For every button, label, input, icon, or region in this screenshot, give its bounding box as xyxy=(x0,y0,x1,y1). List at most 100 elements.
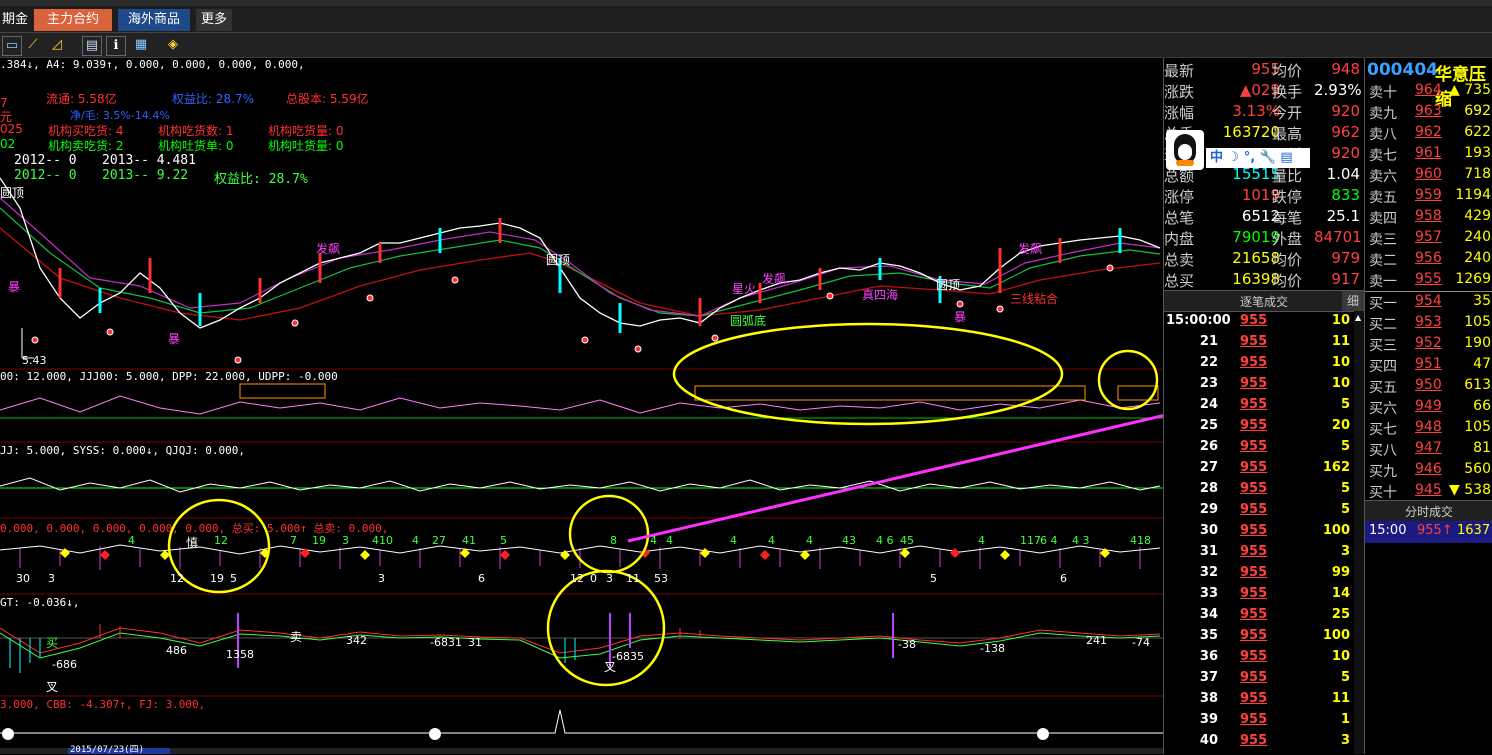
tick-time: 25 xyxy=(1199,418,1218,433)
net-gross: 净/毛: 3.5%-14.4% xyxy=(70,109,170,122)
sell-level-row[interactable]: 卖三 957 240 xyxy=(1365,228,1492,249)
tick-time: 21 xyxy=(1199,334,1218,349)
tick-time: 23 xyxy=(1199,376,1218,391)
date-cursor-label: 2015/07/23(四) xyxy=(70,745,145,755)
quote-label: 跌停 xyxy=(1272,188,1303,206)
tab-overseas[interactable]: 海外商品 xyxy=(118,9,190,31)
ime-toolbar[interactable]: 中 ☽ °, 🔧 ▤ xyxy=(1206,148,1310,168)
buy-level-row[interactable]: 买一 954 35 xyxy=(1365,292,1492,313)
level-label: 卖九 xyxy=(1369,106,1397,122)
tick-price: 955 xyxy=(1240,376,1268,391)
buy-level-row[interactable]: 买三 952 190 xyxy=(1365,334,1492,355)
sell-level-row[interactable]: 卖七 961 193 xyxy=(1365,144,1492,165)
quote-label: 总买 xyxy=(1164,272,1195,290)
indicator1-readout: 00: 12.000, JJJ00: 5.000, DPP: 22.000, U… xyxy=(0,370,338,383)
year-row2-c: 权益比: 28.7% xyxy=(214,172,308,187)
level-price: 960 xyxy=(1415,166,1442,182)
quote-label: 外盘 xyxy=(1272,230,1303,248)
ind3-bottom-19: 19 xyxy=(210,572,224,585)
help-icon[interactable]: ◈ xyxy=(164,36,182,54)
sell-level-row[interactable]: 卖四 958 429 xyxy=(1365,207,1492,228)
tick-volume: 3 xyxy=(1340,544,1350,559)
tick-row: 39 955 1 xyxy=(1164,710,1364,731)
tick-time: 30 xyxy=(1199,523,1218,538)
tick-volume: 11 xyxy=(1331,334,1350,349)
ind4-num-138: -138 xyxy=(980,642,1005,655)
buy-level-row[interactable]: 买九 946 560 xyxy=(1365,460,1492,481)
draw-line-icon[interactable]: ⟋ xyxy=(24,36,42,54)
sell-level-row[interactable]: 卖一 955 1269 xyxy=(1365,270,1492,291)
tick-price: 955 xyxy=(1240,397,1268,412)
sell-level-row[interactable]: 卖九 963 692 xyxy=(1365,102,1492,123)
pattern-label-bao-3: 暴 xyxy=(954,310,967,324)
tick-price: 955 xyxy=(1240,670,1268,685)
buy-level-row[interactable]: 买八 947 81 xyxy=(1365,439,1492,460)
ind4-num-31: 31 xyxy=(468,636,482,649)
ind4-num-342: 342 xyxy=(346,634,367,647)
screenshot-icon[interactable]: ▦ xyxy=(132,36,150,54)
level-price: 952 xyxy=(1415,335,1442,351)
quote-label: 换手 xyxy=(1272,83,1303,101)
sell-level-row[interactable]: 卖五 959 1194 xyxy=(1365,186,1492,207)
tick-detail-button[interactable]: 细 xyxy=(1342,291,1364,311)
ind3-label-43b: 4 3 xyxy=(1072,534,1090,547)
ind3-bottom-6a: 6 xyxy=(478,572,485,585)
table-icon[interactable]: ▤ xyxy=(82,36,102,56)
tick-scrollbar[interactable]: ▲ xyxy=(1354,311,1364,754)
level-volume: ▲ 735 xyxy=(1449,82,1491,98)
qq-avatar-icon[interactable] xyxy=(1166,130,1204,170)
tab-main-contract[interactable]: 主力合约 xyxy=(34,9,112,31)
buy-level-row[interactable]: 买四 951 47 xyxy=(1365,355,1492,376)
level-label: 买二 xyxy=(1369,317,1397,333)
year-row1-a: 2012-- 0 xyxy=(14,153,77,168)
level-volume: 692 xyxy=(1464,103,1491,119)
chart-window-icon[interactable]: ▭ xyxy=(2,36,22,56)
sell-level-row[interactable]: 卖八 962 622 xyxy=(1365,123,1492,144)
inst-sell-vol: 机构吐货量: 0 xyxy=(268,139,344,153)
minute-trade-row[interactable]: 15:00 955↑ 1637 xyxy=(1365,521,1492,543)
tick-row: 15:00:00 955 10 xyxy=(1164,311,1364,332)
tab-qijin[interactable]: 期金 xyxy=(0,9,30,31)
draw-angle-icon[interactable]: ◿ xyxy=(48,36,66,54)
tab-more[interactable]: 更多 xyxy=(196,9,232,31)
tick-row: 31 955 3 xyxy=(1164,542,1364,563)
ind3-bottom-3b: 3 xyxy=(378,572,385,585)
level-volume: 193 xyxy=(1464,145,1491,161)
sell-level-row[interactable]: 卖二 956 240 xyxy=(1365,249,1492,270)
buy-level-row[interactable]: 买六 949 66 xyxy=(1365,397,1492,418)
tick-time: 39 xyxy=(1199,712,1218,727)
level-label: 卖八 xyxy=(1369,127,1397,143)
ind4-num-6831: -6831 xyxy=(430,636,462,649)
quote-value: 84701 xyxy=(1314,228,1362,246)
level-label: 买四 xyxy=(1369,359,1397,375)
level-label: 买九 xyxy=(1369,464,1397,480)
ind3-label-4b: 4 xyxy=(412,534,419,547)
quote-row: 总笔 6512 每笔 25.1 xyxy=(1164,207,1364,228)
level-label: 买七 xyxy=(1369,422,1397,438)
tick-row: 35 955 100 xyxy=(1164,626,1364,647)
kline-chart-area[interactable]: .384↓, A4: 9.039↑, 0.000, 0.000, 0.000, … xyxy=(0,58,1163,755)
buy-level-row[interactable]: 买十 945 ▼ 538 xyxy=(1365,481,1492,502)
tick-volume: 1 xyxy=(1340,712,1350,727)
inst-sell-count: 机构吐货单: 0 xyxy=(158,139,234,153)
tick-time: 32 xyxy=(1199,565,1218,580)
buy-level-row[interactable]: 买二 953 105 xyxy=(1365,313,1492,334)
equity-ratio: 权益比: 28.7% xyxy=(172,92,254,106)
tick-row: 29 955 5 xyxy=(1164,500,1364,521)
buy-level-row[interactable]: 买五 950 613 xyxy=(1365,376,1492,397)
sell-level-row[interactable]: 卖十 964 ▲ 735 xyxy=(1365,81,1492,102)
ind3-label-19: 19 xyxy=(312,534,326,547)
tick-row: 22 955 10 xyxy=(1164,353,1364,374)
level-volume: 560 xyxy=(1464,461,1491,477)
sell-level-row[interactable]: 卖六 960 718 xyxy=(1365,165,1492,186)
ind3-label-45: 45 xyxy=(900,534,914,547)
tick-row: 28 955 5 xyxy=(1164,479,1364,500)
level-price: 948 xyxy=(1415,419,1442,435)
buy-level-row[interactable]: 买七 948 105 xyxy=(1365,418,1492,439)
quote-value: 3.13% xyxy=(1232,102,1280,120)
ind3-bottom-5: 5 xyxy=(230,572,237,585)
tick-time: 24 xyxy=(1199,397,1218,412)
info-icon[interactable]: ℹ xyxy=(106,36,126,56)
ind4-num-686: -686 xyxy=(52,658,77,671)
quote-row: 总买 16398 均价 917 xyxy=(1164,270,1364,291)
